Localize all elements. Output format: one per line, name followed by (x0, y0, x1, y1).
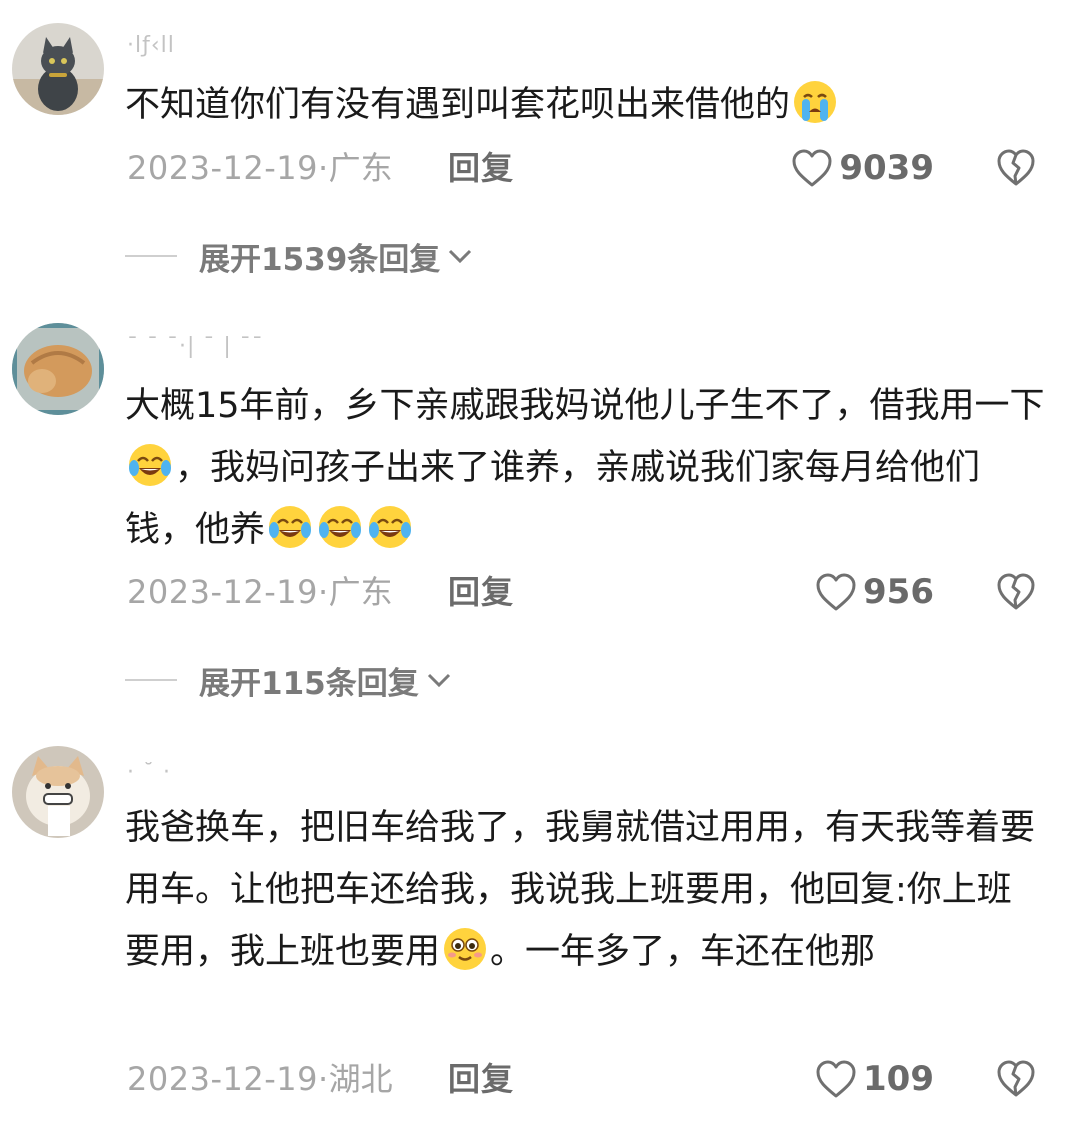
broken-heart-icon[interactable] (996, 1059, 1036, 1099)
broken-heart-icon[interactable] (996, 148, 1036, 188)
comment-text: 不知道你们有没有遇到叫套花呗出来借他的 (125, 74, 1045, 136)
comment-meta: 2023-12-19·湖北 回复 (127, 1059, 513, 1099)
heart-outline-icon (792, 149, 832, 187)
divider-line (125, 679, 177, 681)
like-count: 109 (863, 1059, 934, 1099)
avatar[interactable] (12, 746, 104, 838)
divider-line (125, 255, 177, 257)
comment-date: 2023-12-19· (127, 149, 329, 187)
flushed-smile-emoji (442, 926, 488, 972)
comment-date: 2023-12-19· (127, 573, 329, 611)
username[interactable]: · ˘ · (127, 762, 171, 784)
comment-meta: 2023-12-19·广东 回复 (127, 148, 513, 188)
cat-avatar-image (12, 23, 104, 115)
username[interactable]: ·lƒ‹ll (127, 35, 175, 57)
expand-replies-label: 展开1539条回复 (199, 241, 441, 278)
cat-avatar-image (12, 746, 104, 838)
username[interactable]: ˉ ˉ ˉ·| ˉ | ˉˉ (127, 336, 264, 358)
chevron-down-icon (427, 673, 450, 688)
comment-location: 广东 (328, 573, 393, 611)
comment-location: 广东 (328, 149, 393, 187)
comment-text: 我爸换车，把旧车给我了，我舅就借过用用，有天我等着要用车。让他把车还给我，我说我… (125, 797, 1045, 983)
heart-outline-icon (816, 573, 856, 611)
comment-date: 2023-12-19· (127, 1060, 329, 1098)
reply-button[interactable]: 回复 (448, 1059, 514, 1099)
comment-text-segment: ，我妈问孩子出来了谁养，亲戚说我们家每月给他们钱，他养 (125, 448, 981, 550)
comment-text-segment: 大概15年前，乡下亲戚跟我妈说他儿子生不了，借我用一下 (125, 386, 1045, 426)
tears-of-joy-emoji (367, 504, 413, 550)
like-button[interactable]: 9039 (791, 146, 934, 190)
tears-of-joy-emoji (267, 504, 313, 550)
expand-replies-button[interactable]: 展开1539条回复 (125, 236, 474, 278)
like-count: 9039 (839, 148, 934, 188)
comment-text-segment: 不知道你们有没有遇到叫套花呗出来借他的 (125, 85, 791, 125)
comment-meta: 2023-12-19·广东 回复 (127, 572, 513, 612)
comment-text: 大概15年前，乡下亲戚跟我妈说他儿子生不了，借我用一下 ，我妈问孩子出来了谁养，亲… (125, 375, 1045, 561)
reply-button[interactable]: 回复 (448, 148, 514, 188)
like-button[interactable]: 956 (815, 570, 934, 614)
tears-of-joy-emoji (127, 442, 173, 488)
avatar[interactable] (12, 323, 104, 415)
cat-avatar-image (12, 323, 104, 415)
comment-text-segment: 。一年多了，车还在他那 (490, 932, 876, 972)
expand-replies-label: 展开115条回复 (199, 665, 419, 702)
comment-location: 湖北 (328, 1060, 393, 1098)
tears-of-joy-emoji (317, 504, 363, 550)
avatar[interactable] (12, 23, 104, 115)
chevron-down-icon (449, 249, 472, 264)
expand-replies-button[interactable]: 展开115条回复 (125, 660, 453, 702)
loudly-crying-emoji (792, 79, 838, 125)
heart-outline-icon (816, 1060, 856, 1098)
broken-heart-icon[interactable] (996, 572, 1036, 612)
like-count: 956 (863, 572, 934, 612)
reply-button[interactable]: 回复 (448, 572, 514, 612)
like-button[interactable]: 109 (815, 1057, 934, 1101)
